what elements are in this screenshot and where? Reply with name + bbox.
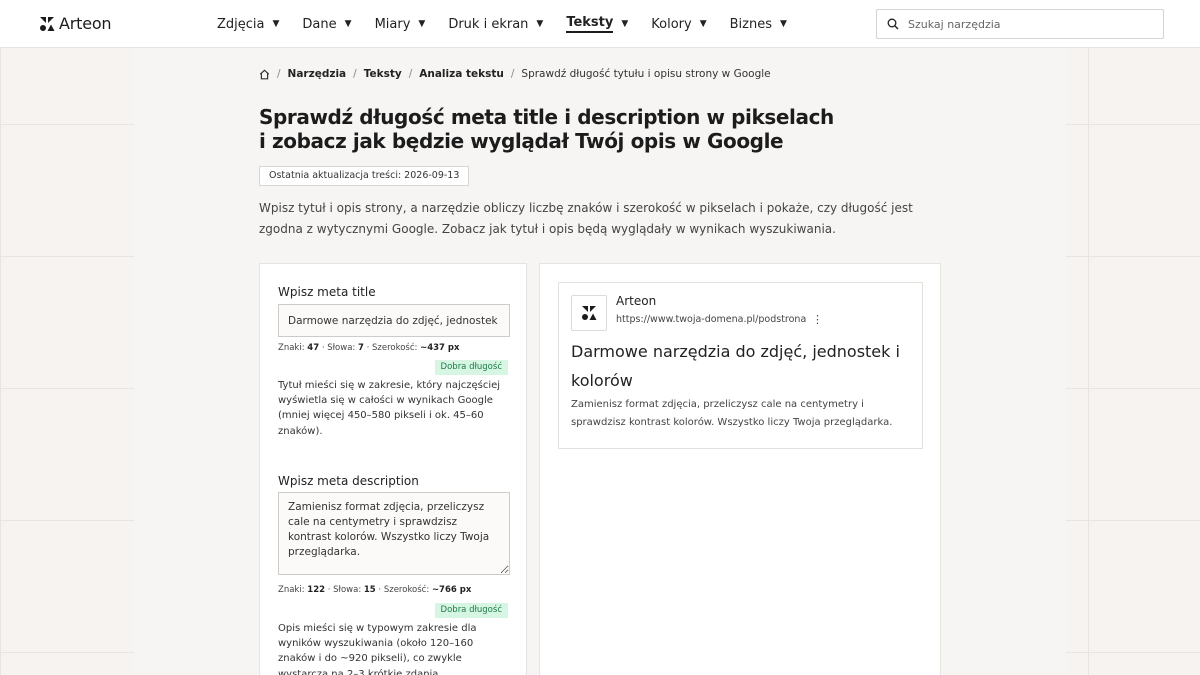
logo-icon bbox=[40, 16, 55, 31]
meta-title-input[interactable] bbox=[278, 304, 510, 337]
breadcrumb-link-teksty[interactable]: Teksty bbox=[364, 68, 402, 80]
breadcrumb-link-analiza-tekstu[interactable]: Analiza tekstu bbox=[419, 68, 504, 80]
nav-item-teksty[interactable]: Teksty ▼ bbox=[566, 0, 628, 48]
page-title-line-2: i zobacz jak będzie wyglądał Twój opis w… bbox=[259, 129, 784, 153]
logo-icon bbox=[582, 306, 597, 320]
chevron-down-icon: ▼ bbox=[780, 19, 787, 29]
breadcrumb-current: Sprawdź długość tytułu i opisu strony w … bbox=[521, 68, 771, 80]
meta-description-label: Wpisz meta description bbox=[278, 474, 419, 488]
meta-title-stats: Znaki: 47 · Słowa: 7 · Szerokość: ~437 p… bbox=[278, 343, 460, 353]
meta-title-status-badge: Dobra długość bbox=[434, 360, 508, 375]
chevron-down-icon: ▼ bbox=[344, 19, 352, 29]
nav-item-dane[interactable]: Dane ▼ bbox=[302, 0, 351, 48]
brand-name: Arteon bbox=[59, 14, 112, 33]
meta-description-status-badge: Dobra długość bbox=[434, 603, 508, 618]
breadcrumb-separator: / bbox=[510, 68, 515, 80]
top-navigation: Arteon Zdjęcia ▼ Dane ▼ Miary ▼ Druk i ekra… bbox=[0, 0, 1200, 48]
serp-preview-card: Arteon https://www.twoja-domena.pl/podst… bbox=[558, 282, 923, 449]
site-favicon bbox=[571, 295, 607, 331]
search-box bbox=[876, 9, 1164, 39]
intro-text: Wpisz tytuł i opis strony, a narzędzie o… bbox=[259, 201, 913, 236]
chevron-down-icon: ▼ bbox=[272, 19, 280, 29]
serp-site-name: Arteon bbox=[616, 294, 657, 308]
serp-url: https://www.twoja-domena.pl/podstrona bbox=[616, 314, 807, 325]
breadcrumb-separator: / bbox=[277, 68, 281, 80]
page-title-line-1: Sprawdź długość meta title i description… bbox=[259, 105, 834, 129]
meta-description-textarea[interactable]: Zamienisz format zdjęcia, przeliczysz ca… bbox=[278, 492, 510, 575]
chevron-down-icon: ▼ bbox=[699, 19, 707, 29]
search-input[interactable] bbox=[908, 17, 1148, 31]
chevron-down-icon: ▼ bbox=[621, 19, 629, 29]
home-icon[interactable] bbox=[259, 68, 270, 80]
brand-logo[interactable]: Arteon bbox=[39, 14, 112, 33]
page-title: Sprawdź długość meta title i description… bbox=[259, 105, 949, 153]
nav-item-miary[interactable]: Miary ▼ bbox=[375, 0, 426, 48]
breadcrumb-link-narzedzia[interactable]: Narzędzia bbox=[288, 68, 347, 80]
updated-badge: Ostatnia aktualizacja treści: 2026-09-13 bbox=[259, 166, 470, 186]
breadcrumb-separator: / bbox=[408, 68, 413, 80]
meta-title-hint: Tytuł mieści się w zakresie, który najcz… bbox=[278, 380, 501, 437]
nav-item-druk-i-ekran[interactable]: Druk i ekran ▼ bbox=[448, 0, 543, 48]
search-icon bbox=[887, 18, 899, 30]
main-content: / Narzędzia / Teksty / Analiza tekstu / … bbox=[134, 48, 1066, 675]
nav-item-zdjecia[interactable]: Zdjęcia ▼ bbox=[217, 0, 279, 48]
chevron-down-icon: ▼ bbox=[536, 19, 544, 29]
breadcrumb: / Narzędzia / Teksty / Analiza tekstu / … bbox=[259, 68, 771, 80]
meta-title-label: Wpisz meta title bbox=[278, 285, 376, 299]
serp-title: Darmowe narzędzia do zdjęć, jednostek i … bbox=[571, 342, 900, 390]
meta-description-stats: Znaki: 122 · Słowa: 15 · Szerokość: ~766… bbox=[278, 585, 472, 595]
main-nav: Zdjęcia ▼ Dane ▼ Miary ▼ Druk i ekran ▼ Teks… bbox=[217, 0, 810, 48]
preview-panel: Arteon https://www.twoja-domena.pl/podst… bbox=[539, 263, 941, 675]
chevron-down-icon: ▼ bbox=[418, 19, 426, 29]
meta-description-hint: Opis mieści się w typowym zakresie dla w… bbox=[278, 623, 477, 675]
more-vertical-icon[interactable]: ⋮ bbox=[812, 313, 823, 326]
form-panel: Wpisz meta title Znaki: 47 · Słowa: 7 · … bbox=[259, 263, 527, 675]
serp-description: Zamienisz format zdjęcia, przeliczysz ca… bbox=[571, 399, 893, 428]
breadcrumb-separator: / bbox=[353, 68, 357, 80]
nav-item-kolory[interactable]: Kolory ▼ bbox=[651, 0, 706, 48]
nav-item-biznes[interactable]: Biznes ▼ bbox=[730, 0, 787, 48]
